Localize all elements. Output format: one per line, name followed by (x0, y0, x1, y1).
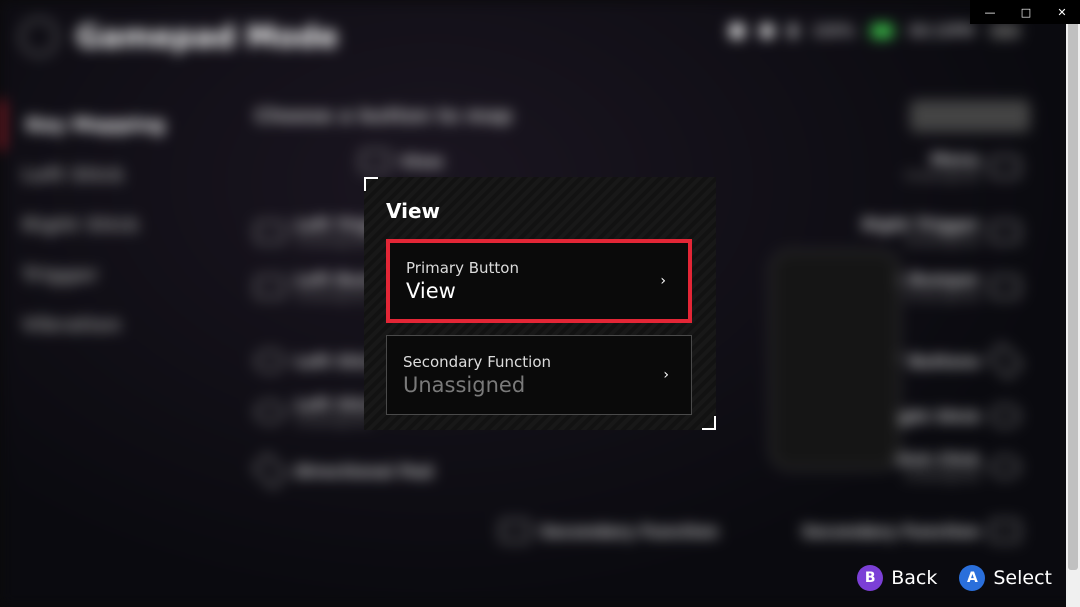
avatar (990, 24, 1020, 38)
mapping-row-right-trigger: Right TriggerUnassigned (862, 215, 1020, 249)
window-maximize-button[interactable]: □ (1008, 0, 1044, 24)
secondary-function-option[interactable]: Secondary Function Unassigned › (386, 335, 692, 415)
dpad-icon (252, 453, 289, 490)
dialog-corner-icon (364, 177, 378, 191)
mapping-row-dpad: Directional Pad (255, 460, 433, 482)
sidebar-item-trigger: Trigger (0, 250, 200, 300)
app-header: Gamepad Mode (20, 18, 338, 56)
primary-button-value: View (406, 279, 519, 303)
right-trigger-icon (990, 221, 1020, 243)
dialog-corner-icon (702, 416, 716, 430)
left-bumper-icon (255, 276, 285, 298)
right-stick-icon (990, 405, 1020, 427)
vertical-scrollbar[interactable] (1066, 0, 1080, 607)
abxy-icon (987, 343, 1024, 380)
menu-button-icon (990, 156, 1020, 178)
gamepad-button-hints: B Back A Select (857, 565, 1052, 591)
chevron-right-icon: › (663, 367, 669, 383)
view-button-icon (360, 150, 390, 172)
chevron-right-icon: › (660, 273, 666, 289)
scrollbar-thumb[interactable] (1068, 20, 1078, 570)
app-logo-icon (20, 18, 58, 56)
main-heading: Choose a button to map (255, 105, 512, 127)
status-bar: 100% 06:10PM (730, 22, 1020, 40)
b-button-icon: B (857, 565, 883, 591)
sidebar-item-right-stick: Right Stick (0, 200, 200, 250)
back-hint[interactable]: B Back (857, 565, 937, 591)
dialog-title: View (386, 199, 694, 223)
m2-icon (990, 520, 1020, 542)
back-label: Back (891, 567, 937, 589)
select-hint[interactable]: A Select (959, 565, 1052, 591)
sidebar-item-left-stick: Left Stick (0, 150, 200, 200)
page-title: Gamepad Mode (76, 20, 338, 55)
clock-text: 06:10PM (909, 22, 974, 40)
mapping-row-right-bumper: Right BumperUnassigned (856, 270, 1020, 304)
right-bumper-icon (990, 276, 1020, 298)
a-button-icon: A (959, 565, 985, 591)
left-stick-click-icon (255, 401, 285, 423)
m1-icon (500, 520, 530, 542)
sidebar-item-key-mapping: Key Mapping (0, 100, 200, 150)
controller-diagram (770, 250, 900, 470)
battery-icon (871, 24, 893, 38)
wifi-icon (760, 24, 774, 38)
mapping-row-abxy: ABXY Buttons (855, 350, 1020, 372)
window-minimize-button[interactable]: — (972, 0, 1008, 24)
mapping-row-right-stick: Right Stick (881, 405, 1020, 427)
secondary-function-left: Secondary Function (500, 520, 718, 542)
window-titlebar: — □ ✕ (970, 0, 1080, 24)
sidebar-item-vibration: Vibration (0, 300, 200, 350)
mapping-row-view: View (360, 150, 443, 172)
left-stick-icon (255, 350, 285, 372)
secondary-function-label: Secondary Function (403, 353, 551, 371)
mapping-row-right-stick-click: Right Stick ClickUnassigned (833, 450, 1020, 484)
mapping-row-left-stick: Left Stick (255, 350, 381, 372)
primary-button-option[interactable]: Primary Button View › (386, 239, 692, 323)
status-indicator-icon (730, 24, 744, 38)
left-trigger-icon (255, 221, 285, 243)
battery-percent: 100% (812, 22, 855, 40)
reset-to-default-button (910, 100, 1030, 132)
mapping-row-menu: MenuUnassigned (904, 150, 1020, 184)
secondary-function-value: Unassigned (403, 373, 551, 397)
bluetooth-icon (790, 24, 796, 38)
window-close-button[interactable]: ✕ (1044, 0, 1080, 24)
button-mapping-dialog: View Primary Button View › Secondary Fun… (364, 177, 716, 430)
right-stick-click-icon (990, 456, 1020, 478)
sidebar-nav: Key Mapping Left Stick Right Stick Trigg… (0, 100, 200, 350)
secondary-function-right: Secondary Function (802, 520, 1020, 542)
primary-button-label: Primary Button (406, 259, 519, 277)
select-label: Select (993, 567, 1052, 589)
